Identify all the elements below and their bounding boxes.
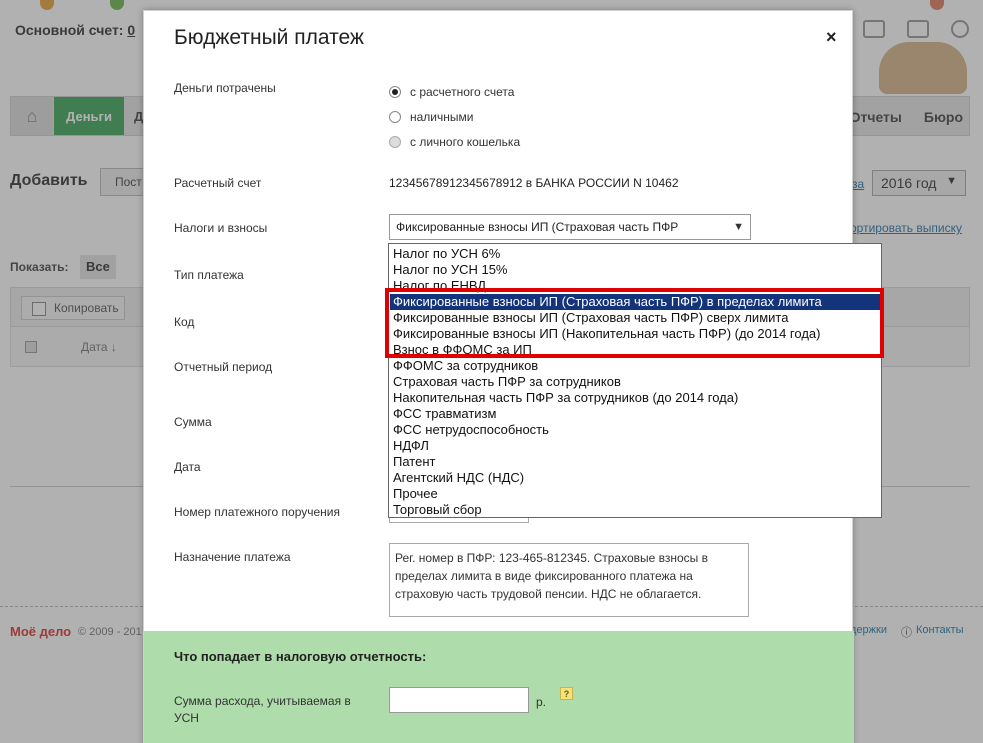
usn-expense-label: Сумма расхода, учитываемая в УСН <box>174 694 351 725</box>
taxes-label: Налоги и взносы <box>174 221 268 235</box>
payment-type-label: Тип платежа <box>174 268 244 282</box>
dropdown-option[interactable]: Накопительная часть ПФР за сотрудников (… <box>393 390 738 406</box>
order-number-label: Номер платежного поручения <box>174 505 340 519</box>
chevron-down-icon: ▼ <box>733 221 744 233</box>
purpose-label: Назначение платежа <box>174 550 291 564</box>
currency-label: р. <box>536 695 547 709</box>
radio-button-checked[interactable] <box>389 86 401 98</box>
purpose-textarea[interactable]: Рег. номер в ПФР: 123-465-812345. Страхо… <box>389 543 749 617</box>
radio-label: с расчетного счета <box>410 85 515 99</box>
help-icon[interactable]: ? <box>560 687 573 700</box>
taxes-select[interactable]: Фиксированные взносы ИП (Страховая часть… <box>389 214 751 240</box>
dropdown-option[interactable]: НДФЛ <box>393 438 429 454</box>
radio-from-account[interactable]: с расчетного счета <box>389 85 514 99</box>
date-label: Дата <box>174 460 201 474</box>
taxes-dropdown-list: Налог по УСН 6% Налог по УСН 15% Налог п… <box>388 243 882 518</box>
radio-cash[interactable]: наличными <box>389 110 473 124</box>
dropdown-option[interactable]: Налог по УСН 15% <box>393 262 507 278</box>
radio-personal-wallet: с личного кошелька <box>389 135 520 149</box>
close-icon[interactable]: × <box>826 27 837 48</box>
dropdown-option[interactable]: ФСС травматизм <box>393 406 496 422</box>
tax-report-section: Что попадает в налоговую отчетность: Сум… <box>144 631 854 743</box>
period-label: Отчетный период <box>174 360 273 374</box>
code-label: Код <box>174 315 195 329</box>
tax-section-title: Что попадает в налоговую отчетность: <box>174 649 427 664</box>
highlight-box <box>385 288 884 358</box>
dropdown-option[interactable]: Торговый сбор <box>393 502 482 518</box>
dropdown-option[interactable]: Налог по УСН 6% <box>393 246 500 262</box>
dropdown-option[interactable]: Агентский НДС (НДС) <box>393 470 524 486</box>
money-spent-label: Деньги потрачены <box>174 81 276 95</box>
sum-label: Сумма <box>174 415 212 429</box>
usn-expense-input[interactable] <box>389 687 529 713</box>
account-value: 12345678912345678912 в БАНКА РОССИИ N 10… <box>389 176 679 190</box>
dropdown-option[interactable]: Патент <box>393 454 435 470</box>
account-label: Расчетный счет <box>174 176 262 190</box>
radio-label: наличными <box>410 110 474 124</box>
radio-button-disabled <box>389 136 401 148</box>
dropdown-option[interactable]: Прочее <box>393 486 438 502</box>
taxes-select-value: Фиксированные взносы ИП (Страховая часть… <box>396 220 679 234</box>
radio-button[interactable] <box>389 111 401 123</box>
radio-label: с личного кошелька <box>410 135 521 149</box>
dropdown-option[interactable]: ФФОМС за сотрудников <box>393 358 538 374</box>
dialog-title: Бюджетный платеж <box>174 26 364 49</box>
dropdown-option[interactable]: ФСС нетрудоспособность <box>393 422 549 438</box>
dropdown-option[interactable]: Страховая часть ПФР за сотрудников <box>393 374 621 390</box>
